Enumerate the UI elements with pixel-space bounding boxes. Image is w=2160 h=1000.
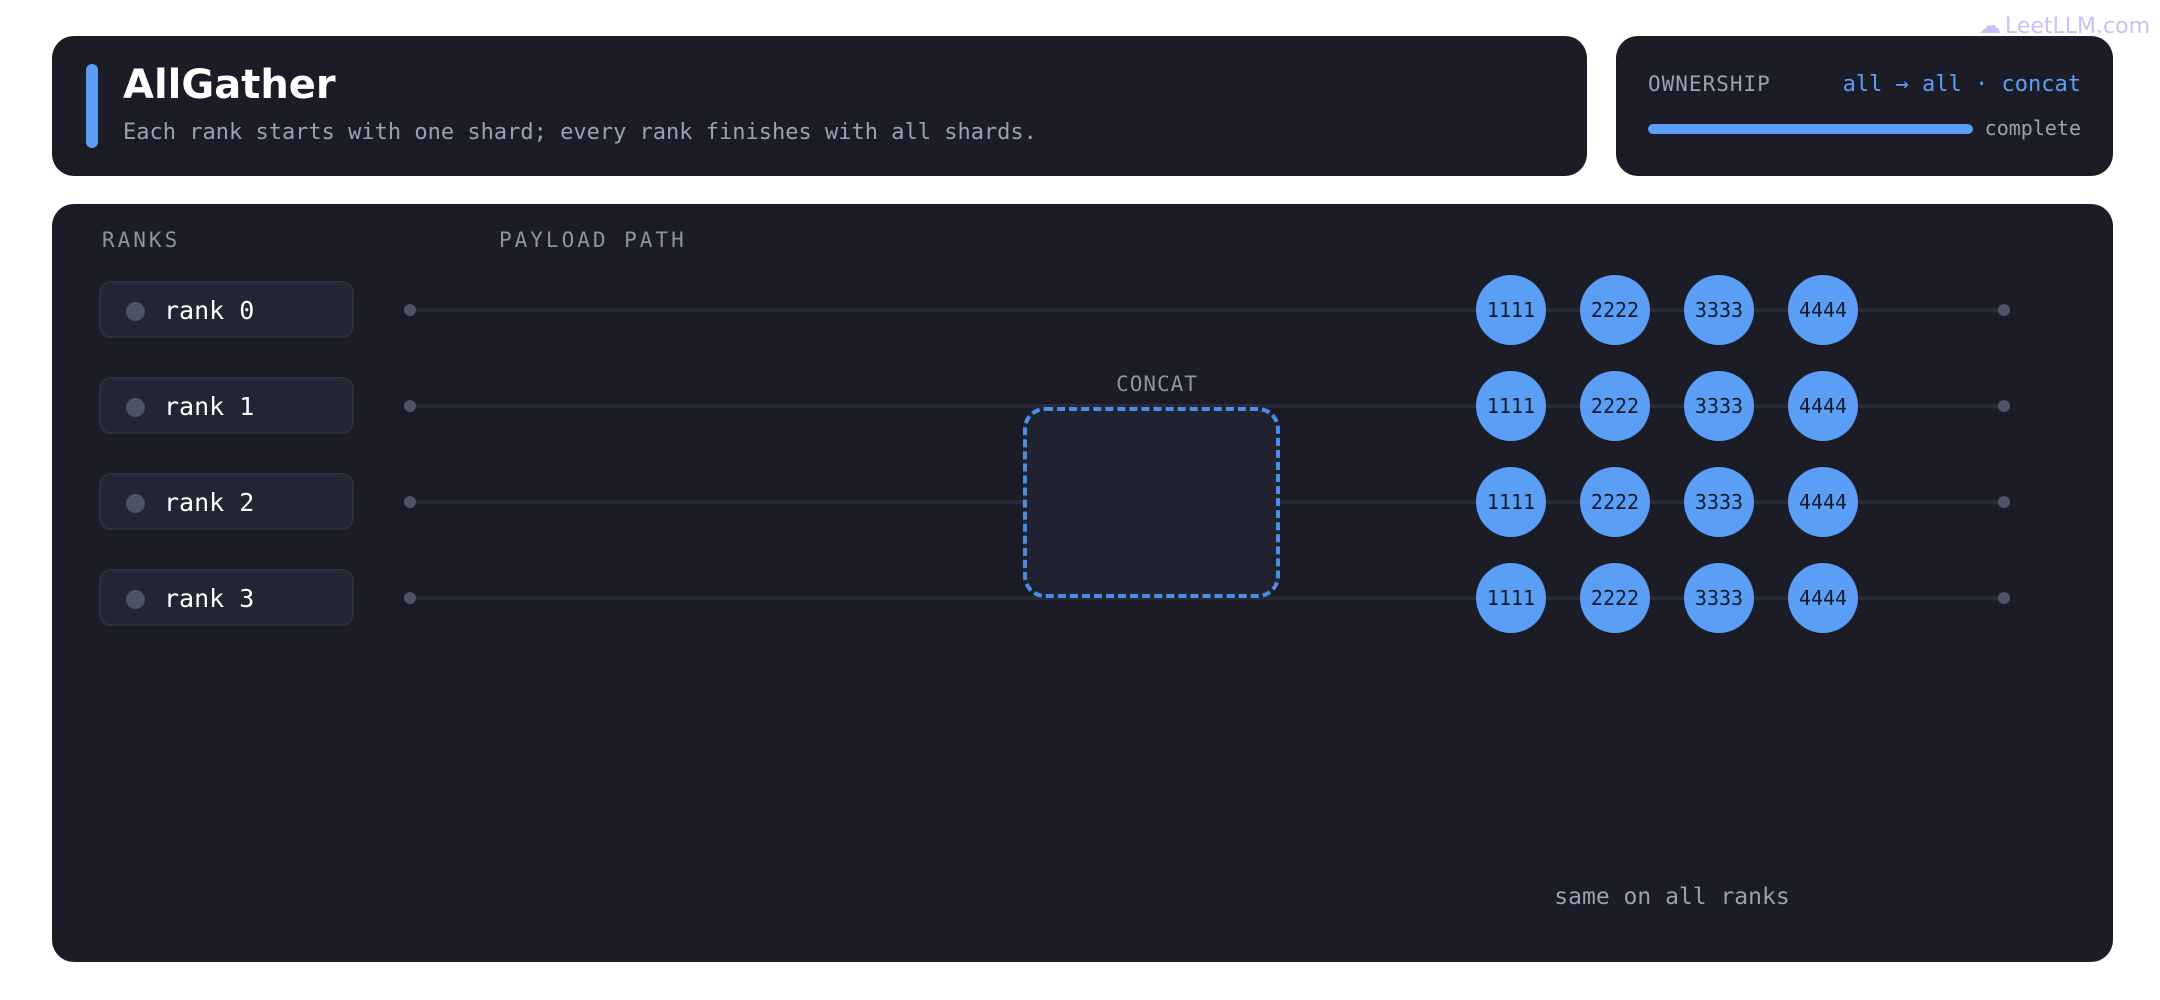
footer-note: same on all ranks	[1554, 884, 1790, 910]
brain-icon: ☁	[1978, 14, 2001, 39]
shard: 1111	[1476, 371, 1546, 441]
lane-end-node	[1998, 304, 2010, 316]
shard: 3333	[1684, 467, 1754, 537]
lane-start-node	[404, 304, 416, 316]
lane-start-node	[404, 496, 416, 508]
rank-status-dot	[126, 494, 145, 513]
shard: 4444	[1788, 371, 1858, 441]
rank-status-dot	[126, 398, 145, 417]
rank-label: rank 3	[164, 584, 255, 613]
shard: 4444	[1788, 467, 1858, 537]
shard: 1111	[1476, 563, 1546, 633]
header-card: AllGather Each rank starts with one shar…	[52, 36, 1587, 176]
title-accent-bar	[86, 64, 98, 148]
rank-label: rank 0	[164, 296, 255, 325]
shard: 2222	[1580, 563, 1650, 633]
rank-pill: rank 1	[99, 377, 354, 434]
shard: 1111	[1476, 275, 1546, 345]
rank-label: rank 2	[164, 488, 255, 517]
concat-label: CONCAT	[1116, 372, 1198, 396]
shard: 4444	[1788, 275, 1858, 345]
ownership-progress-track	[1648, 124, 1973, 134]
page-subtitle: Each rank starts with one shard; every r…	[123, 120, 1037, 145]
lane-end-node	[1998, 592, 2010, 604]
diagram-panel: RANKS PAYLOAD PATH CONCAT rank 0 1111 2222…	[52, 204, 2113, 962]
rank-status-dot	[126, 590, 145, 609]
ownership-status: complete	[1984, 116, 2081, 140]
ownership-progress-fill	[1648, 124, 1973, 134]
rank-pill: rank 0	[99, 281, 354, 338]
watermark-text: LeetLLM.com	[2004, 14, 2150, 39]
lane-start-node	[404, 400, 416, 412]
shard: 3333	[1684, 371, 1754, 441]
shard: 2222	[1580, 467, 1650, 537]
lane-end-node	[1998, 400, 2010, 412]
shard: 3333	[1684, 275, 1754, 345]
shard: 1111	[1476, 467, 1546, 537]
shard: 2222	[1580, 275, 1650, 345]
lane-end-node	[1998, 496, 2010, 508]
shard: 4444	[1788, 563, 1858, 633]
ownership-flow: all → all · concat	[1842, 72, 2081, 97]
page-title: AllGather	[123, 62, 336, 108]
watermark: ☁ LeetLLM.com	[1979, 14, 2150, 39]
shard: 3333	[1684, 563, 1754, 633]
lane-start-node	[404, 592, 416, 604]
rank-label: rank 1	[164, 392, 255, 421]
rank-status-dot	[126, 302, 145, 321]
concat-box	[1023, 407, 1280, 598]
ownership-card: OWNERSHIP all → all · concat complete	[1616, 36, 2113, 176]
rank-pill: rank 3	[99, 569, 354, 626]
rank-pill: rank 2	[99, 473, 354, 530]
ownership-label: OWNERSHIP	[1648, 72, 1771, 96]
shard: 2222	[1580, 371, 1650, 441]
